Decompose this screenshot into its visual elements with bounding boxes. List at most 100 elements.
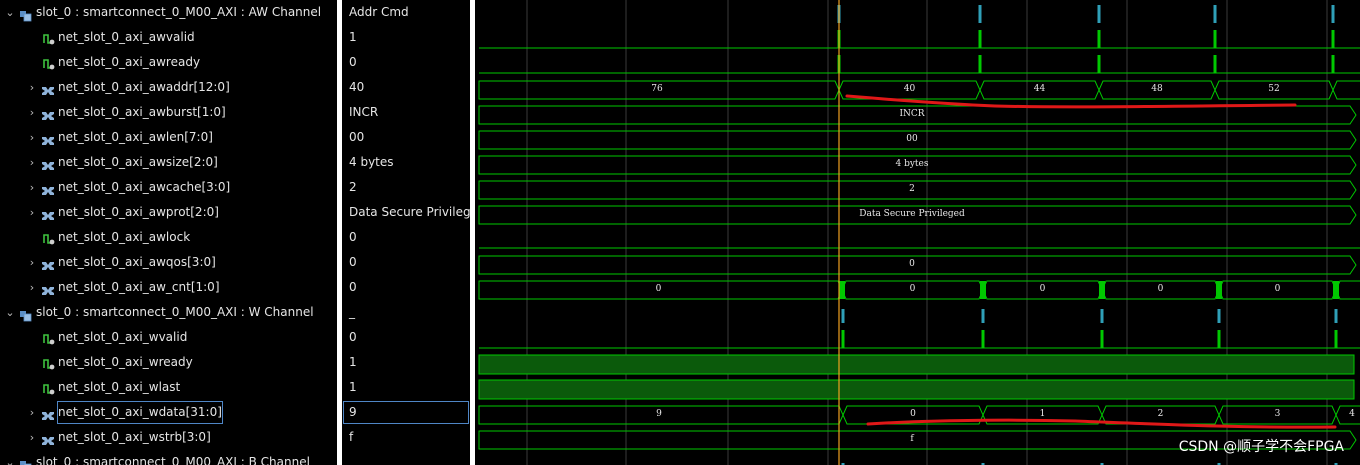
signal-value-cell[interactable]: 4 bytes (342, 150, 470, 175)
wave-value-label: 1 (1040, 409, 1046, 419)
signal-value-cell[interactable]: 40 (342, 75, 470, 100)
signal-value-text: INCR (349, 105, 379, 119)
signal-row[interactable]: net_slot_0_axi_wvalid (0, 325, 337, 350)
wave-value-label: 0 (1040, 284, 1046, 294)
wave-value-label: 76 (651, 84, 663, 94)
wave-value-label: 0 (909, 259, 915, 269)
signal-value-cell[interactable]: 1 (342, 25, 470, 50)
signal-row[interactable]: › net_slot_0_axi_awsize[2:0] (0, 150, 337, 175)
signal-row[interactable]: › net_slot_0_axi_awaddr[12:0] (0, 75, 337, 100)
signal-value-text: 4 bytes (349, 155, 394, 169)
signal-value-cell[interactable]: Data Secure Privileged (342, 200, 470, 225)
chevron-right-icon[interactable]: › (26, 75, 38, 100)
wave-value-label: 52 (1268, 84, 1279, 94)
wave-value-label: 4 (1349, 409, 1355, 419)
signal-row[interactable]: › net_slot_0_axi_aw_cnt[1:0] (0, 275, 337, 300)
chevron-right-icon[interactable]: › (26, 100, 38, 125)
signal-row[interactable]: › net_slot_0_axi_awcache[3:0] (0, 175, 337, 200)
wave-value-label: 0 (1158, 284, 1164, 294)
wave-high-fill (478, 379, 1355, 400)
chevron-right-icon[interactable]: › (26, 125, 38, 150)
signal-row[interactable]: › net_slot_0_axi_awlen[7:0] (0, 125, 337, 150)
signal-row[interactable]: net_slot_0_axi_awready (0, 50, 337, 75)
signal-value-cell[interactable]: 00 (342, 125, 470, 150)
signal-value-cell[interactable]: 9 (342, 400, 470, 425)
signal-value-cell[interactable]: 0 (342, 275, 470, 300)
signal-group-row[interactable]: ⌄ slot_0 : smartconnect_0_M00_AXI : W Cha… (0, 300, 337, 325)
signal-value-text: 9 (349, 405, 357, 419)
chevron-right-icon[interactable]: › (26, 400, 38, 425)
signal-name-label: net_slot_0_axi_wready (58, 355, 193, 369)
signal-row[interactable]: › net_slot_0_axi_wstrb[3:0] (0, 425, 337, 450)
chevron-right-icon[interactable]: › (26, 250, 38, 275)
signal-row[interactable]: net_slot_0_axi_awvalid (0, 25, 337, 50)
signal-row[interactable]: net_slot_0_axi_awlock (0, 225, 337, 250)
chevron-down-icon[interactable]: ⌄ (4, 450, 16, 465)
signal-name-label: slot_0 : smartconnect_0_M00_AXI : AW Cha… (36, 5, 322, 19)
chevron-right-icon[interactable]: › (26, 150, 38, 175)
signal-value-cell[interactable]: 1 (342, 375, 470, 400)
wave-transition (980, 281, 986, 299)
signal-value-text: Data Secure Privileged (349, 205, 470, 219)
signal-value-panel: Addr Cmd 1 0 40 INCR 00 4 bytes 2 Data Secure Pr… (342, 0, 470, 465)
chevron-right-icon[interactable]: › (26, 175, 38, 200)
signal-row[interactable]: net_slot_0_axi_wlast (0, 375, 337, 400)
signal-value-cell[interactable]: 0 (342, 250, 470, 275)
signal-value-cell[interactable]: 1 (342, 350, 470, 375)
signal-name-label: net_slot_0_axi_wvalid (58, 330, 188, 344)
signal-name-label: net_slot_0_axi_wdata[31:0] (56, 400, 224, 425)
wave-value-label: 48 (1151, 84, 1163, 94)
waveform-canvas[interactable]: 76 40 44 48 52INCR004 bytes2Data Secure Priv… (475, 0, 1360, 465)
signal-value-text: 0 (349, 230, 357, 244)
signal-value-text: _ (349, 305, 355, 319)
signal-value-text: 1 (349, 380, 357, 394)
signal-value-cell[interactable]: _ (342, 300, 470, 325)
signal-value-cell[interactable]: 0 (342, 325, 470, 350)
chevron-right-icon[interactable]: › (26, 200, 38, 225)
signal-name-label: net_slot_0_axi_awburst[1:0] (58, 105, 226, 119)
wave-transition (1099, 281, 1105, 299)
wave-value-label: 40 (904, 84, 916, 94)
signal-group-row[interactable]: ⌄ slot_0 : smartconnect_0_M00_AXI : AW Ch… (0, 0, 337, 25)
signal-value-text: 1 (349, 30, 357, 44)
wave-value-label: 0 (656, 284, 662, 294)
wave-value-label: 2 (1158, 409, 1164, 419)
signal-value-text: 0 (349, 280, 357, 294)
chevron-right-icon[interactable]: › (26, 275, 38, 300)
signal-row[interactable]: › net_slot_0_axi_wdata[31:0] (0, 400, 337, 425)
watermark: CSDN @顺子学不会FPGA (1178, 439, 1344, 455)
signal-group-row[interactable]: ⌄ slot_0 : smartconnect_0_M00_AXI : B Cha… (0, 450, 337, 465)
signal-value-cell[interactable]: 0 (342, 50, 470, 75)
chevron-down-icon[interactable]: ⌄ (4, 0, 16, 25)
wave-transition (1333, 281, 1339, 299)
wave-value-label: 44 (1034, 84, 1046, 94)
signal-row[interactable]: › net_slot_0_axi_awqos[3:0] (0, 250, 337, 275)
signal-value-text: 0 (349, 255, 357, 269)
wave-bus-segment (1335, 280, 1360, 300)
signal-value-text: 0 (349, 330, 357, 344)
signal-value-cell[interactable]: 0 (342, 225, 470, 250)
waveform-panel[interactable]: 76 40 44 48 52 INCR 00 4 bytes 2 Data Secure Priv… (475, 0, 1360, 465)
signal-value-cell[interactable]: Addr Cmd (342, 0, 470, 25)
wave-value-label: 3 (1275, 409, 1281, 419)
signal-group-icon (19, 456, 33, 465)
signal-value-cell[interactable]: f (342, 425, 470, 450)
wave-value-label: Data Secure Privileged (859, 209, 965, 219)
signal-value-text: f (349, 430, 354, 444)
signal-value-cell[interactable]: INCR (342, 100, 470, 125)
signal-row[interactable]: › net_slot_0_axi_awprot[2:0] (0, 200, 337, 225)
signal-name-label: net_slot_0_axi_awsize[2:0] (58, 155, 218, 169)
wave-value-label: 0 (910, 409, 916, 419)
annotation-stroke (845, 94, 1297, 109)
wave-transition (1216, 281, 1222, 299)
signal-value-cell[interactable]: 2 (342, 175, 470, 200)
chevron-right-icon[interactable]: › (26, 425, 38, 450)
signal-name-label: net_slot_0_axi_awprot[2:0] (58, 205, 219, 219)
signal-row[interactable]: net_slot_0_axi_wready (0, 350, 337, 375)
signal-value-cell[interactable] (342, 450, 470, 465)
wave-value-label: INCR (899, 109, 924, 119)
chevron-down-icon[interactable]: ⌄ (4, 300, 16, 325)
signal-row[interactable]: › net_slot_0_axi_awburst[1:0] (0, 100, 337, 125)
signal-value-text: 0 (349, 55, 357, 69)
signal-name-label: net_slot_0_axi_awcache[3:0] (58, 180, 231, 194)
